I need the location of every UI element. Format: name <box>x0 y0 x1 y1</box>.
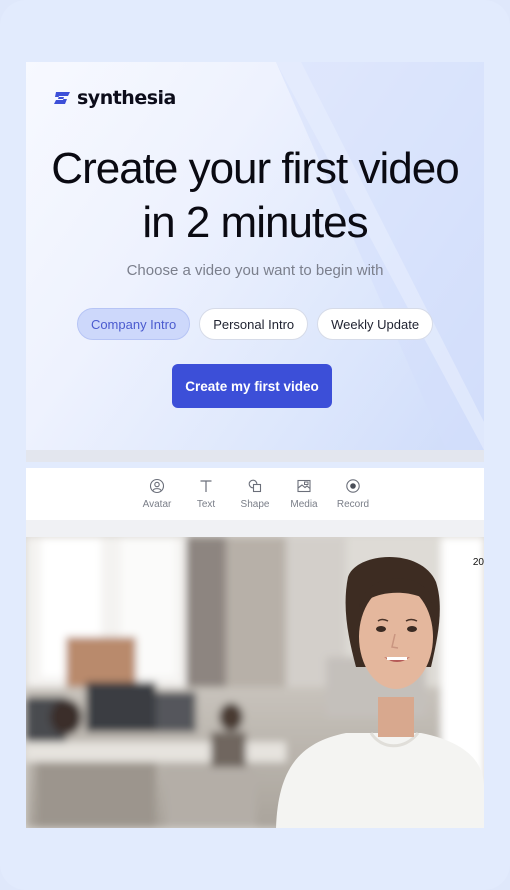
toolbar-shape-label: Shape <box>240 499 270 510</box>
toolbar-record-label: Record <box>336 499 370 510</box>
option-personal-intro[interactable]: Personal Intro <box>199 308 309 340</box>
video-canvas[interactable]: 20 <box>26 537 484 828</box>
shape-icon <box>248 479 262 493</box>
page-title-line-1: Create your first video <box>51 144 459 193</box>
option-weekly-update[interactable]: Weekly Update <box>317 308 434 340</box>
canvas-spacer <box>26 520 484 537</box>
toolbar-text-button[interactable]: Text <box>182 468 231 520</box>
video-type-options: Company Intro Personal Intro Weekly Upda… <box>26 308 484 340</box>
synthesia-logo-icon <box>54 92 70 104</box>
toolbar-media-button[interactable]: Media <box>280 468 329 520</box>
toolbar-avatar-button[interactable]: Avatar <box>133 468 182 520</box>
page-title-line-2: in 2 minutes <box>142 198 368 247</box>
record-icon <box>346 479 360 493</box>
page-subtitle: Choose a video you want to begin with <box>126 262 384 279</box>
toolbar-record-button[interactable]: Record <box>329 468 378 520</box>
canvas-corner-text: 20 <box>472 557 484 568</box>
media-icon <box>297 479 311 493</box>
create-video-button[interactable]: Create my first video <box>172 364 332 408</box>
text-icon <box>200 480 212 492</box>
brand-logo[interactable]: synthesia <box>51 86 176 110</box>
option-company-intro[interactable]: Company Intro <box>76 308 191 340</box>
office-background-image <box>26 537 484 828</box>
app-frame: synthesia Create your first video in 2 m… <box>0 0 510 890</box>
avatar-icon <box>149 478 165 494</box>
brand-name: synthesia <box>77 87 176 109</box>
hero-section: synthesia Create your first video in 2 m… <box>26 62 484 450</box>
toolbar-avatar-label: Avatar <box>142 499 172 510</box>
section-divider <box>26 450 484 462</box>
page-title: Create your first video in 2 minutes <box>26 142 484 250</box>
toolbar-shape-button[interactable]: Shape <box>231 468 280 520</box>
toolbar-text-label: Text <box>196 499 216 510</box>
toolbar-media-label: Media <box>290 499 318 510</box>
editor-toolbar: Avatar Text Shape Media Record <box>26 468 484 520</box>
